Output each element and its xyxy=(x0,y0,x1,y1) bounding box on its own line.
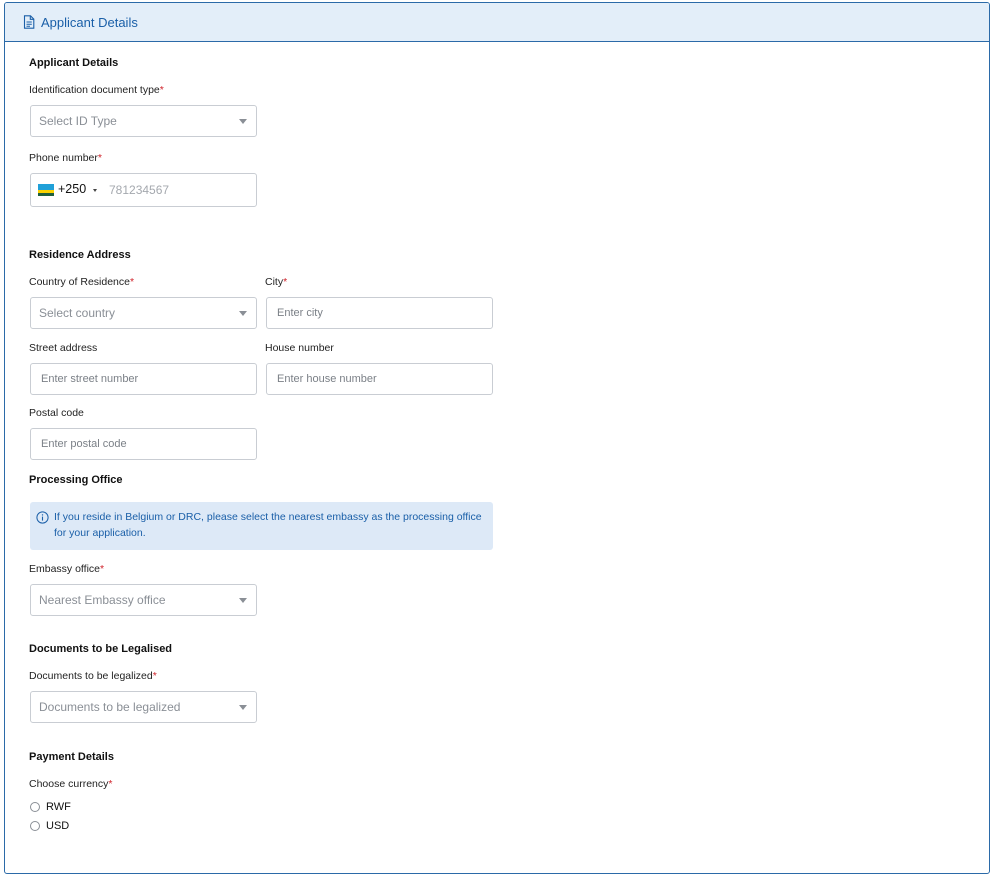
document-icon xyxy=(23,15,35,29)
country-label: Country of Residence* xyxy=(29,276,135,288)
postal-label: Postal code xyxy=(29,407,84,419)
required-marker: * xyxy=(97,152,102,164)
phone-placeholder: 781234567 xyxy=(109,183,170,197)
street-placeholder: Enter street number xyxy=(41,373,139,385)
house-label: House number xyxy=(265,342,334,354)
city-input[interactable]: Enter city xyxy=(266,297,493,329)
dial-code[interactable]: +250 xyxy=(58,182,86,196)
id-type-placeholder: Select ID Type xyxy=(39,114,117,128)
required-marker: * xyxy=(283,276,288,288)
chevron-down-icon xyxy=(239,311,247,316)
documents-select[interactable]: Documents to be legalized xyxy=(30,691,257,723)
required-marker: * xyxy=(100,563,105,575)
currency-option-usd[interactable]: USD xyxy=(30,820,69,832)
section-title-payment: Payment Details xyxy=(29,751,114,763)
currency-option-rwf[interactable]: RWF xyxy=(30,801,71,813)
city-label: City* xyxy=(265,276,288,288)
rwanda-flag-icon[interactable] xyxy=(38,184,54,196)
house-placeholder: Enter house number xyxy=(277,373,377,385)
section-title-applicant: Applicant Details xyxy=(29,57,119,69)
info-icon xyxy=(36,511,49,524)
embassy-select[interactable]: Nearest Embassy office xyxy=(30,584,257,616)
documents-label: Documents to be legalized* xyxy=(29,670,157,682)
street-input[interactable]: Enter street number xyxy=(30,363,257,395)
currency-label: Choose currency* xyxy=(29,778,113,790)
required-marker: * xyxy=(108,778,113,790)
chevron-down-icon[interactable] xyxy=(93,189,97,192)
country-placeholder: Select country xyxy=(39,306,116,320)
embassy-placeholder: Nearest Embassy office xyxy=(39,593,166,607)
country-select[interactable]: Select country xyxy=(30,297,257,329)
section-title-processing: Processing Office xyxy=(29,474,123,486)
required-marker: * xyxy=(152,670,157,682)
id-type-select[interactable]: Select ID Type xyxy=(30,105,257,137)
embassy-notice: If you reside in Belgium or DRC, please … xyxy=(30,502,493,550)
card-header: Applicant Details xyxy=(5,3,989,42)
embassy-label: Embassy office* xyxy=(29,563,105,575)
id-type-label: Identification document type* xyxy=(29,84,164,96)
radio-label: USD xyxy=(46,820,70,832)
required-marker: * xyxy=(159,84,164,96)
phone-label: Phone number* xyxy=(29,152,102,164)
chevron-down-icon xyxy=(239,705,247,710)
city-placeholder: Enter city xyxy=(277,307,323,319)
street-label: Street address xyxy=(29,342,98,354)
radio-label: RWF xyxy=(46,801,71,813)
required-marker: * xyxy=(129,276,135,288)
chevron-down-icon xyxy=(239,119,247,124)
chevron-down-icon xyxy=(239,598,247,603)
notice-text: If you reside in Belgium or DRC, please … xyxy=(54,511,482,539)
postal-placeholder: Enter postal code xyxy=(41,438,127,450)
card-title: Applicant Details xyxy=(41,14,138,30)
section-title-residence: Residence Address xyxy=(29,249,131,261)
applicant-details-card: Applicant Details Applicant Details Iden… xyxy=(4,2,990,874)
radio-button[interactable] xyxy=(30,821,40,831)
house-input[interactable]: Enter house number xyxy=(266,363,493,395)
section-title-documents: Documents to be Legalised xyxy=(29,643,173,655)
radio-button[interactable] xyxy=(30,802,40,812)
postal-input[interactable]: Enter postal code xyxy=(30,428,257,460)
phone-field[interactable]: +250 781234567 xyxy=(30,173,257,207)
documents-placeholder: Documents to be legalized xyxy=(39,700,181,714)
